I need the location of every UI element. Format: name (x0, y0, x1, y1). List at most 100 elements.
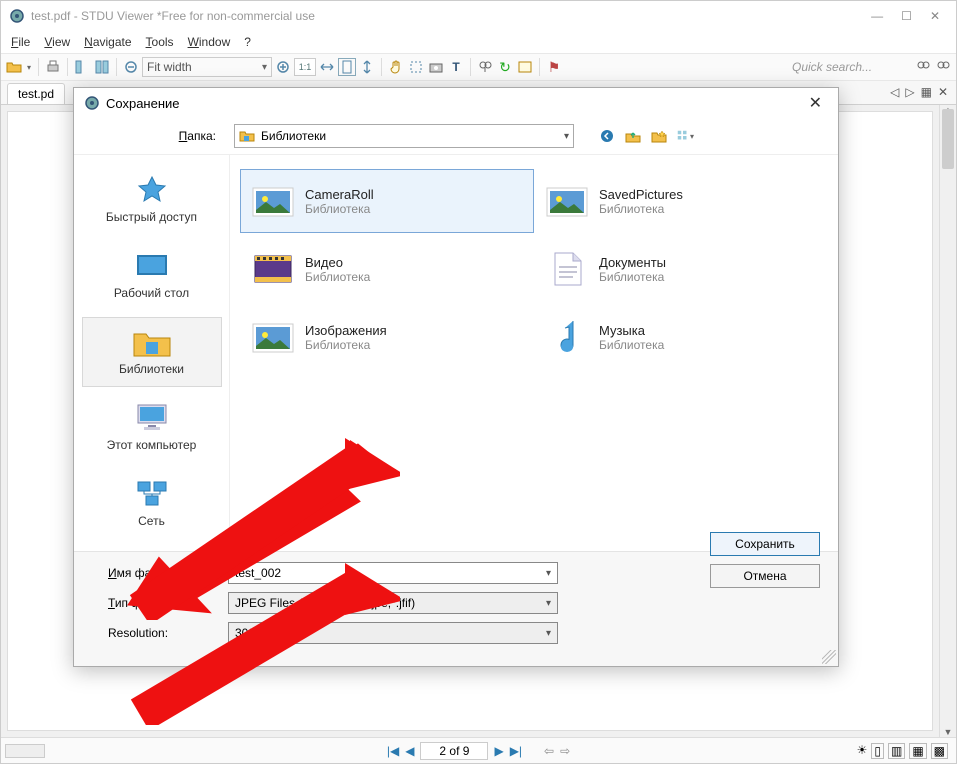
place-pc[interactable]: Этот компьютер (82, 393, 222, 463)
nav-fwd-button[interactable]: ⇨ (560, 744, 570, 758)
filename-label: Имя файла: (88, 566, 218, 580)
menu-help[interactable]: ? (244, 35, 251, 49)
file-name: Документы (599, 255, 666, 270)
maximize-button[interactable]: ☐ (901, 9, 912, 23)
place-desktop[interactable]: Рабочий стол (82, 241, 222, 311)
dialog-app-icon (84, 95, 100, 111)
menu-file[interactable]: File (11, 35, 30, 49)
folder-value: Библиотеки (261, 129, 326, 143)
pictures-icon (251, 317, 295, 357)
menu-tools[interactable]: Tools (146, 35, 174, 49)
page-indicator[interactable]: 2 of 9 (420, 742, 488, 760)
save-button[interactable]: Сохранить (710, 532, 820, 556)
layout-single-icon[interactable]: ▯ (871, 743, 884, 759)
bookmark-icon[interactable] (516, 58, 534, 76)
file-subtitle: Библиотека (305, 202, 374, 216)
layout-grid-icon[interactable]: ▩ (931, 743, 948, 759)
place-label: Рабочий стол (87, 286, 217, 300)
tab-current-document[interactable]: test.pd (7, 83, 65, 104)
menubar: File View Navigate Tools Window ? (1, 31, 956, 53)
minimize-button[interactable]: — (871, 9, 883, 23)
settings-icon[interactable]: ⚑ (545, 58, 563, 76)
up-folder-icon[interactable] (624, 127, 642, 145)
layout-cont-icon[interactable]: ▥ (888, 743, 905, 759)
fit-width-icon[interactable] (318, 58, 336, 76)
file-name: Музыка (599, 323, 664, 338)
actual-size-button[interactable]: 1:1 (294, 58, 316, 76)
file-item[interactable]: CameraRollБиблиотека (240, 169, 534, 233)
menu-view[interactable]: View (44, 35, 70, 49)
places-sidebar: Быстрый доступ Рабочий стол Библиотеки Этот… (74, 155, 230, 551)
file-item[interactable]: ДокументыБиблиотека (534, 237, 828, 301)
tab-prev-icon[interactable]: ◁ (890, 85, 899, 99)
brightness-icon[interactable]: ☀ (857, 743, 868, 759)
zoom-in-icon[interactable] (274, 58, 292, 76)
open-icon[interactable] (5, 58, 23, 76)
view-mode-icon[interactable]: ▾ (676, 127, 694, 145)
text-tool-icon[interactable]: T (447, 58, 465, 76)
file-item[interactable]: МузыкаБиблиотека (534, 305, 828, 369)
zoom-mode-select[interactable]: Fit width (142, 57, 272, 77)
dialog-close-button[interactable]: ✕ (803, 93, 828, 113)
toolbar: ▾ Fit width 1:1 T ↻ ⚑ Quick search... (1, 53, 956, 81)
last-page-button[interactable]: ▶| (510, 744, 522, 758)
folder-label: Папка: (74, 129, 224, 143)
zoom-out-icon[interactable] (122, 58, 140, 76)
filetype-select[interactable]: JPEG Files (*.jpg;*.jpeg;*.jpe;*.jfif)▾ (228, 592, 558, 614)
file-item[interactable]: ИзображенияБиблиотека (240, 305, 534, 369)
filename-input[interactable]: test_002▾ (228, 562, 558, 584)
window-title: test.pdf - STDU Viewer *Free for non-com… (31, 9, 871, 23)
file-name: Видео (305, 255, 370, 270)
quick-search-input[interactable]: Quick search... (792, 60, 912, 74)
vertical-scrollbar[interactable]: ▲ ▼ (939, 105, 956, 737)
print-icon[interactable] (44, 58, 62, 76)
fit-height-icon[interactable] (358, 58, 376, 76)
thumb1-icon[interactable] (73, 58, 91, 76)
tab-grid-icon[interactable]: ▦ (921, 85, 932, 99)
place-label: Сеть (87, 514, 217, 528)
menu-navigate[interactable]: Navigate (84, 35, 131, 49)
find-icon[interactable] (476, 58, 494, 76)
nav-back-icon[interactable] (598, 127, 616, 145)
layout-double-icon[interactable]: ▦ (909, 743, 926, 759)
place-label: Этот компьютер (87, 438, 217, 452)
horizontal-scrollbar[interactable] (5, 744, 45, 758)
resize-grip[interactable] (822, 650, 836, 664)
scroll-down-icon[interactable]: ▼ (940, 727, 956, 737)
dialog-title: Сохранение (106, 96, 803, 111)
first-page-button[interactable]: |◀ (387, 744, 399, 758)
place-network[interactable]: Сеть (82, 469, 222, 539)
resolution-select[interactable]: 300 DPI▾ (228, 622, 558, 644)
dialog-titlebar: Сохранение ✕ (74, 88, 838, 118)
file-item[interactable]: SavedPicturesБиблиотека (534, 169, 828, 233)
place-libraries[interactable]: Библиотеки (82, 317, 222, 387)
search-next-icon[interactable] (934, 58, 952, 76)
network-icon (87, 478, 217, 510)
folder-combo[interactable]: Библиотеки ▾ (234, 124, 574, 148)
close-button[interactable]: ✕ (930, 9, 940, 23)
file-subtitle: Библиотека (305, 270, 370, 284)
nav-back-button[interactable]: ⇦ (544, 744, 554, 758)
fit-page-icon[interactable] (338, 58, 356, 76)
place-star[interactable]: Быстрый доступ (82, 165, 222, 235)
tab-close-icon[interactable]: ✕ (938, 85, 948, 99)
open-dropdown-icon[interactable]: ▾ (25, 58, 33, 76)
scroll-thumb[interactable] (942, 109, 954, 169)
prev-page-button[interactable]: ◀ (405, 744, 414, 758)
new-folder-icon[interactable] (650, 127, 668, 145)
menu-window[interactable]: Window (188, 35, 231, 49)
snapshot-icon[interactable] (427, 58, 445, 76)
select-tool-icon[interactable] (407, 58, 425, 76)
thumb2-icon[interactable] (93, 58, 111, 76)
file-grid[interactable]: CameraRollБиблиотекаSavedPicturesБиблиот… (230, 155, 838, 551)
search-prev-icon[interactable] (914, 58, 932, 76)
hand-tool-icon[interactable] (387, 58, 405, 76)
libraries-icon (239, 128, 255, 144)
find-next-icon[interactable]: ↻ (496, 58, 514, 76)
next-page-button[interactable]: ▶ (494, 744, 503, 758)
file-item[interactable]: ВидеоБиблиотека (240, 237, 534, 301)
pictures-icon (251, 181, 295, 221)
save-dialog: Сохранение ✕ Папка: Библиотеки ▾ ▾ Быстр… (73, 87, 839, 667)
tab-next-icon[interactable]: ▷ (905, 85, 914, 99)
cancel-button[interactable]: Отмена (710, 564, 820, 588)
